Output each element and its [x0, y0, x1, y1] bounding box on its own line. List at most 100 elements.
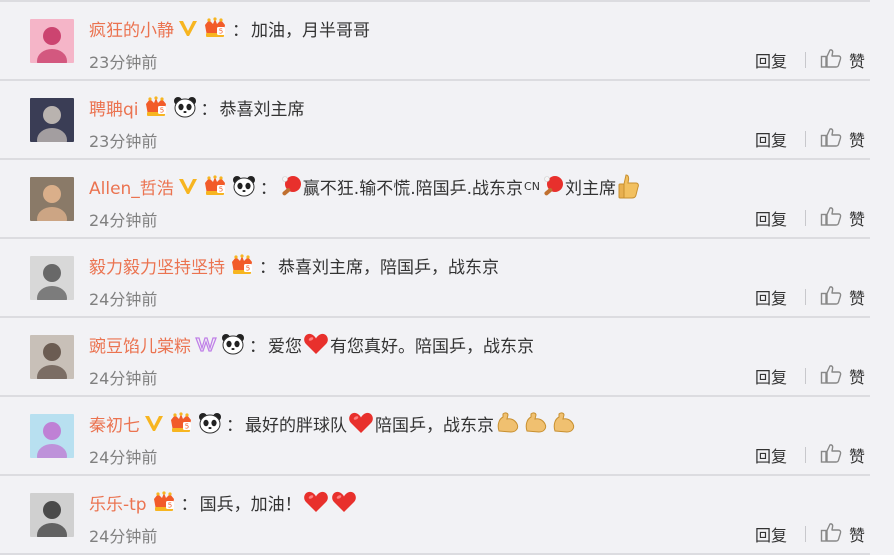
comment-item: Allen_哲浩 5 ： 赢不狂.输不慌.陪国乒.战东京 CN 刘主席 24分钟前 回复 赞 [0, 160, 870, 239]
username-link[interactable]: 豌豆馅儿棠粽 [89, 332, 191, 357]
avatar[interactable] [30, 335, 74, 379]
panda-icon [198, 412, 222, 434]
username-link[interactable]: 秦初七 [89, 411, 140, 436]
comment-text: 陪国乒，战东京 [375, 415, 494, 436]
vip-crown-icon: 5 [202, 175, 228, 197]
like-label: 赞 [849, 52, 866, 71]
heart-icon [348, 411, 374, 435]
action-divider [805, 210, 806, 226]
avatar[interactable] [30, 98, 74, 142]
comment-actions: 回复 赞 [755, 127, 865, 151]
avatar[interactable] [30, 19, 74, 63]
reply-button[interactable]: 回复 [755, 285, 791, 309]
like-button[interactable]: 赞 [820, 443, 865, 467]
username-link[interactable]: 疯狂的小静 [89, 16, 174, 41]
reply-button[interactable]: 回复 [755, 364, 791, 388]
like-label: 赞 [849, 368, 866, 387]
vip-crown-icon: 5 [151, 491, 177, 513]
comment-item: 乐乐-tp 5 ：国兵，加油！ 24分钟前 回复 赞 [0, 476, 870, 555]
reply-button[interactable]: 回复 [755, 206, 791, 230]
panda-icon [173, 96, 197, 118]
verified-v-icon [178, 17, 198, 39]
reply-button[interactable]: 回复 [755, 48, 791, 72]
svg-text:5: 5 [185, 423, 189, 431]
timestamp: 24分钟前 [89, 290, 158, 309]
like-label: 赞 [849, 526, 866, 545]
like-button[interactable]: 赞 [820, 206, 865, 230]
avatar[interactable] [30, 256, 74, 300]
comment-text: 赢不狂.输不慌.陪国乒.战东京 [302, 178, 524, 199]
action-divider [805, 131, 806, 147]
pingpong-icon [542, 175, 564, 197]
comment-text: 刘主席 [564, 178, 616, 199]
comment-line: 疯狂的小静 5 ：加油，月半哥哥 [89, 14, 370, 42]
comment-actions: 回复 赞 [755, 206, 865, 230]
like-label: 赞 [849, 447, 866, 466]
timestamp: 24分钟前 [89, 369, 158, 388]
comment-text: 恭喜刘主席 [219, 99, 305, 120]
comment-item: 秦初七 5 ：最好的胖球队 陪国乒，战东京 24分钟前 回复 赞 [0, 397, 870, 476]
heart-icon [331, 490, 357, 514]
like-label: 赞 [849, 210, 866, 229]
username-link[interactable]: 聘聃qi [89, 95, 139, 120]
timestamp: 24分钟前 [89, 448, 158, 467]
colon-separator: ： [232, 20, 249, 41]
comment-item: 毅力毅力坚持坚持 5 ：恭喜刘主席，陪国乒，战东京 24分钟前 回复 赞 [0, 239, 870, 318]
member-w-icon [195, 333, 217, 355]
comment-line: 毅力毅力坚持坚持 5 ：恭喜刘主席，陪国乒，战东京 [89, 251, 499, 279]
colon-separator: ： [200, 99, 218, 120]
username-link[interactable]: 毅力毅力坚持坚持 [89, 253, 225, 278]
thumbs-up-icon [820, 285, 842, 309]
username-link[interactable]: 乐乐-tp [89, 490, 147, 515]
svg-text:5: 5 [167, 502, 171, 510]
action-divider [805, 289, 806, 305]
action-divider [805, 368, 806, 384]
comment-line: 聘聃qi 5 ：恭喜刘主席 [89, 93, 305, 121]
colon-separator: ： [249, 336, 266, 357]
like-label: 赞 [849, 289, 866, 308]
verified-v-icon [178, 175, 198, 197]
panda-icon [232, 175, 256, 197]
like-button[interactable]: 赞 [820, 285, 865, 309]
reply-button[interactable]: 回复 [755, 443, 791, 467]
reply-button[interactable]: 回复 [755, 522, 791, 546]
vip-crown-icon: 5 [229, 254, 255, 276]
timestamp: 24分钟前 [89, 527, 158, 546]
comment-line: 秦初七 5 ：最好的胖球队 陪国乒，战东京 [89, 409, 578, 437]
comment-text: 恭喜刘主席，陪国乒，战东京 [278, 257, 499, 278]
avatar[interactable] [30, 493, 74, 537]
avatar[interactable] [30, 414, 74, 458]
like-button[interactable]: 赞 [820, 364, 865, 388]
comment-text: CN [524, 179, 540, 193]
thumbs-up-emoji-icon [617, 173, 641, 199]
username-link[interactable]: Allen_哲浩 [89, 174, 174, 199]
thumbs-up-icon [820, 127, 842, 151]
reply-button[interactable]: 回复 [755, 127, 791, 151]
like-button[interactable]: 赞 [820, 522, 865, 546]
thumbs-up-icon [820, 522, 842, 546]
comment-actions: 回复 赞 [755, 285, 865, 309]
vip-crown-icon: 5 [202, 17, 228, 39]
like-button[interactable]: 赞 [820, 127, 865, 151]
comment-text: 有您真好。陪国乒，战东京 [330, 336, 534, 357]
svg-text:5: 5 [159, 107, 163, 115]
svg-text:5: 5 [219, 186, 223, 194]
thumbs-up-icon [820, 206, 842, 230]
heart-icon [303, 332, 329, 356]
heart-icon [303, 490, 329, 514]
comment-actions: 回复 赞 [755, 522, 865, 546]
comment-line: 乐乐-tp 5 ：国兵，加油！ [89, 488, 358, 516]
action-divider [805, 526, 806, 542]
comment-text: 最好的胖球队 [245, 415, 347, 436]
avatar[interactable] [30, 177, 74, 221]
action-divider [805, 447, 806, 463]
like-button[interactable]: 赞 [820, 48, 865, 72]
colon-separator: ： [180, 494, 198, 515]
comment-line: Allen_哲浩 5 ： 赢不狂.输不慌.陪国乒.战东京 CN 刘主席 [89, 172, 642, 200]
vip-crown-icon: 5 [168, 412, 194, 434]
timestamp: 24分钟前 [89, 211, 158, 230]
muscle-icon [495, 411, 521, 435]
like-label: 赞 [849, 131, 866, 150]
thumbs-up-icon [820, 443, 842, 467]
colon-separator: ： [259, 178, 277, 199]
